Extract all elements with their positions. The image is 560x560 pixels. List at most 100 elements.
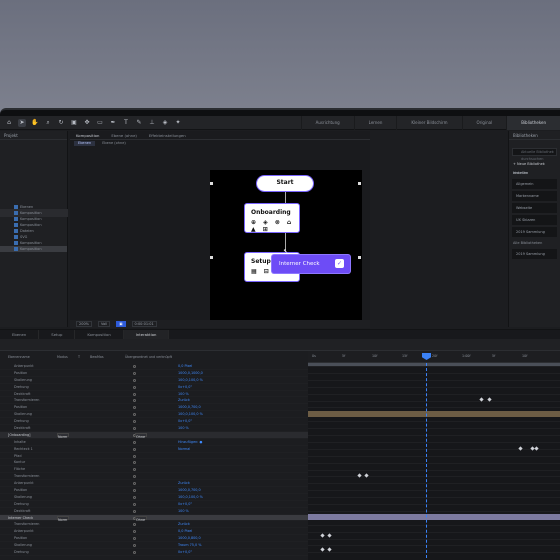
property-row[interactable]: Transformieren <box>0 473 308 481</box>
property-row[interactable]: Deckkraft 100 % <box>0 508 308 515</box>
property-row[interactable]: Drehung 0x+0,0° <box>0 418 308 426</box>
workspace-tab[interactable]: Original <box>461 116 507 130</box>
property-value[interactable]: 100,0,100,0 % <box>178 377 203 384</box>
property-value[interactable]: 100 % <box>178 391 189 398</box>
property-row[interactable]: Ankerpunkt 0,0 Pixel <box>0 528 308 536</box>
property-value[interactable]: 100,0,100,0 % <box>178 411 203 418</box>
keyframe[interactable] <box>534 446 539 451</box>
quality-dropdown[interactable]: Voll <box>98 321 111 327</box>
stopwatch-icon[interactable] <box>133 509 136 513</box>
property-value[interactable]: 1000,0,700,0 <box>178 404 201 411</box>
layer-bar-interner-check[interactable] <box>308 514 560 520</box>
tab-effect-controls[interactable]: Effekteinstellungen <box>143 133 192 138</box>
stopwatch-icon[interactable] <box>133 489 136 493</box>
library-search-input[interactable]: Aktuelle Bibliothek durchsuchen <box>512 148 557 161</box>
stopwatch-icon[interactable] <box>133 495 136 499</box>
mode-dropdown[interactable]: Norm <box>57 515 69 522</box>
property-row[interactable]: Skalierung 100,0,100,0 % <box>0 411 308 419</box>
keyframe[interactable] <box>327 547 332 552</box>
internal-check-badge[interactable]: Interner Check ✓ <box>272 255 350 273</box>
snapshot-button[interactable]: ▣ <box>116 321 126 327</box>
stopwatch-icon[interactable] <box>133 413 136 417</box>
property-row[interactable]: Skalierung 100,0,100,0 % <box>0 377 308 384</box>
property-row[interactable]: Deckkraft 100 % <box>0 425 308 432</box>
tab-layer[interactable]: Ebene (ohne) <box>105 133 143 138</box>
home-icon[interactable]: ⌂ <box>5 119 13 127</box>
library-item[interactable]: 2019 Sammlung <box>512 227 557 237</box>
time-ruler[interactable]: 0s 5f 10f 15f 20f 1:00f 5f 10f <box>308 351 560 363</box>
clone-tool-icon[interactable]: ⊥ <box>148 119 156 127</box>
zoom-tool-icon[interactable]: ⌕ <box>44 119 52 127</box>
new-library-button[interactable]: + Neue Bibliothek erstellen <box>509 160 560 175</box>
property-value[interactable]: 0x+0,0° <box>178 418 192 425</box>
property-value[interactable]: Normal <box>178 446 190 453</box>
stopwatch-icon[interactable] <box>133 447 136 451</box>
property-row[interactable]: Deckkraft 100 % <box>0 391 308 398</box>
layer-row[interactable]: [Onboarding] Norm Ohne <box>0 431 308 439</box>
workspace-tab[interactable]: Lernen <box>353 116 397 130</box>
property-row[interactable]: Ankerpunkt 0,0 Pixel <box>0 363 308 370</box>
property-row[interactable]: Pfad <box>0 453 308 460</box>
stopwatch-icon[interactable] <box>133 371 136 375</box>
library-item[interactable]: Markenname <box>512 191 557 201</box>
stopwatch-icon[interactable] <box>133 502 136 506</box>
workspace-tab[interactable]: Kleiner Bildschirm <box>396 116 461 130</box>
stopwatch-icon[interactable] <box>133 399 136 403</box>
workspace-tab[interactable]: Ausrichtung <box>300 116 354 130</box>
property-row[interactable]: Inhalte Hinzufügen: ● <box>0 439 308 446</box>
column-parent[interactable]: Übergeordnet und verknüpft <box>125 355 172 359</box>
property-value[interactable]: Zurück <box>178 397 190 404</box>
layer-row[interactable]: Interner Check Norm Ohne <box>0 514 308 522</box>
property-value[interactable]: 1000,0,800,0 <box>178 535 201 542</box>
property-value[interactable]: 0,0 Pixel <box>178 528 192 535</box>
timeline-tab[interactable]: Ebenen <box>0 330 40 339</box>
property-value[interactable]: Traum 75,0 % <box>178 542 201 549</box>
stopwatch-icon[interactable] <box>133 468 136 472</box>
stopwatch-icon[interactable] <box>133 544 136 548</box>
property-value[interactable]: 100,0,100,0 % <box>178 494 203 501</box>
stopwatch-icon[interactable] <box>133 440 136 444</box>
type-tool-icon[interactable]: T <box>122 119 130 127</box>
property-value[interactable]: Zurück <box>178 480 190 487</box>
stopwatch-icon[interactable] <box>133 454 136 458</box>
stopwatch-icon[interactable] <box>133 537 136 541</box>
property-value[interactable]: 0x+0,0° <box>178 384 192 391</box>
transform-handle[interactable] <box>210 182 213 185</box>
property-row[interactable]: Position 1000,0,800,0 <box>0 535 308 543</box>
pen-tool-icon[interactable]: ✒ <box>109 119 117 127</box>
tab-composition[interactable]: Komposition <box>70 133 105 138</box>
keyframe[interactable] <box>518 446 523 451</box>
stopwatch-icon[interactable] <box>133 482 136 486</box>
property-value[interactable]: Hinzufügen: ● <box>178 439 202 446</box>
stopwatch-icon[interactable] <box>133 420 136 424</box>
breadcrumb-item[interactable]: Ebene (ohne) <box>98 141 130 146</box>
transform-handle[interactable] <box>358 256 361 259</box>
stopwatch-icon[interactable] <box>133 551 136 555</box>
property-row[interactable]: Fläche <box>0 466 308 474</box>
transform-handle[interactable] <box>210 256 213 259</box>
property-row[interactable]: Transformieren Zurück <box>0 397 308 405</box>
property-row[interactable]: Position 1000,0,700,0 <box>0 487 308 494</box>
selection-tool-icon[interactable]: ➤ <box>18 118 26 127</box>
project-item-selected[interactable]: Komposition <box>0 246 67 252</box>
libraries-title[interactable]: Bibliotheken <box>509 131 560 140</box>
zoom-dropdown[interactable]: 200% <box>76 321 93 327</box>
eraser-tool-icon[interactable]: ◈ <box>161 119 169 127</box>
stopwatch-icon[interactable] <box>133 378 136 382</box>
stopwatch-icon[interactable] <box>133 427 136 431</box>
library-item[interactable]: UX Skizzen <box>512 215 557 225</box>
composition-canvas[interactable]: Start Onboarding ⊕ ◈ ⊗ ⌂ ▲ ⊞ Setup ▦ ⊟ I… <box>210 170 362 325</box>
property-row[interactable]: Drehung 0x+0,0° <box>0 501 308 508</box>
workspace-tab-active[interactable]: Bibliotheken <box>506 116 560 130</box>
column-t[interactable]: T <box>78 355 80 359</box>
property-value[interactable]: 0x+0,0° <box>178 549 192 556</box>
property-row[interactable]: Rechteck 1 Normal <box>0 446 308 453</box>
keyframe[interactable] <box>327 533 332 538</box>
layer-bar-onboarding[interactable] <box>308 411 560 417</box>
timeline-tab[interactable]: Setup <box>39 330 76 339</box>
hand-tool-icon[interactable]: ✋ <box>31 119 39 127</box>
property-row[interactable]: Transformieren Zurück <box>0 521 308 529</box>
property-value[interactable]: 100 % <box>178 425 189 432</box>
stopwatch-icon[interactable] <box>133 365 136 368</box>
parent-dropdown[interactable]: Ohne <box>135 515 147 522</box>
